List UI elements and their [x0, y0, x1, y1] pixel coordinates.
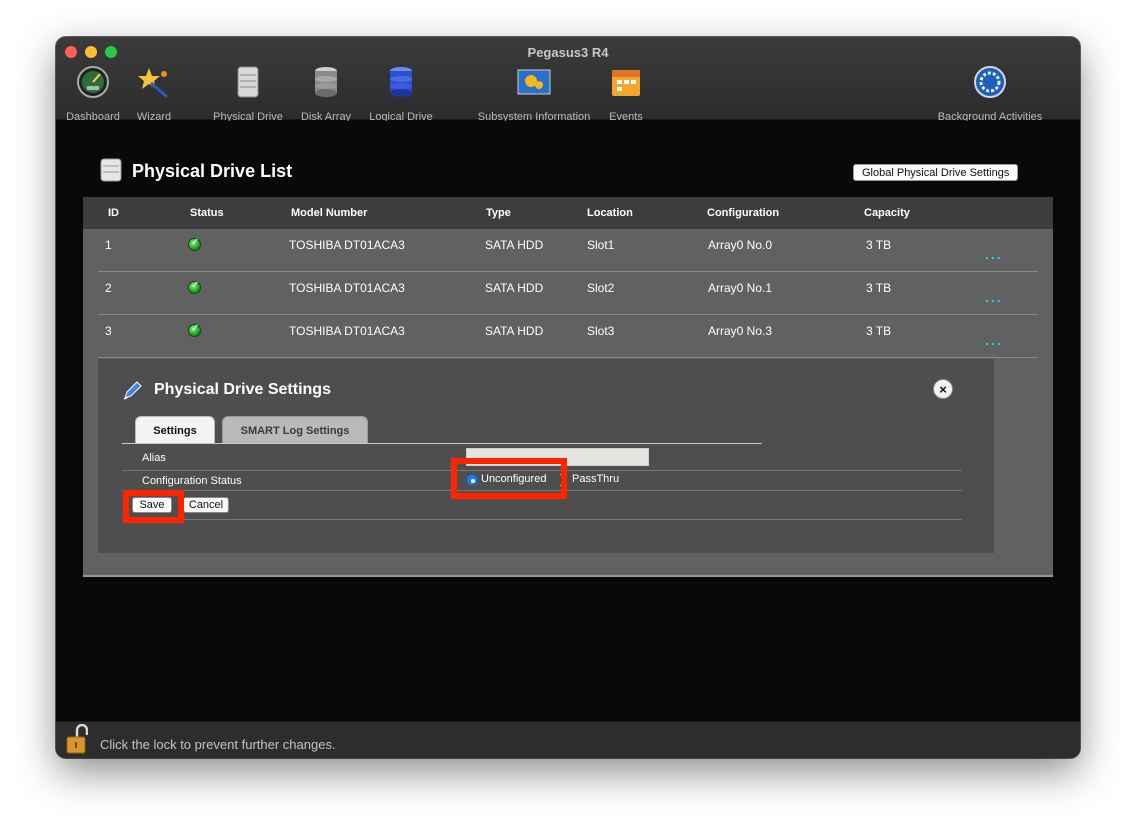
table-row[interactable]: 2 TOSHIBA DT01ACA3 SATA HDD Slot2 Array0… — [98, 272, 1038, 315]
configuration-status-label: Configuration Status — [142, 475, 242, 487]
status-ok-icon — [188, 237, 201, 251]
page-title: Physical Drive List — [132, 161, 293, 181]
lock-hint-text: Click the lock to prevent further change… — [100, 737, 336, 752]
lock-open-icon[interactable] — [66, 724, 88, 754]
table-row[interactable]: 3 TOSHIBA DT01ACA3 SATA HDD Slot3 Array0… — [98, 315, 1038, 358]
edit-pencil-icon — [123, 381, 142, 400]
drive-model: TOSHIBA DT01ACA3 — [289, 324, 405, 338]
settings-title: Physical Drive Settings — [154, 381, 331, 398]
column-header: Capacity — [864, 207, 910, 219]
column-header: Type — [486, 207, 511, 219]
table-header: ID Status Model Number Type Location Con… — [83, 197, 1053, 229]
background-activities-icon — [974, 66, 1006, 98]
drive-id: 1 — [105, 238, 112, 252]
radio-label-passthru[interactable]: PassThru — [572, 473, 619, 485]
drive-model: TOSHIBA DT01ACA3 — [289, 238, 405, 252]
drive-capacity: 3 TB — [866, 281, 892, 295]
physical-drive-settings-panel: Physical Drive Settings × Settings SMART… — [98, 359, 994, 553]
drive-configuration: Array0 No.3 — [708, 324, 773, 338]
toolbar-wizard[interactable]: Wizard — [132, 65, 176, 123]
toolbar-disk-array[interactable]: Disk Array — [296, 65, 356, 123]
drive-type: SATA HDD — [485, 324, 544, 338]
row-more-button[interactable]: ... — [985, 246, 1003, 262]
drive-location: Slot2 — [587, 281, 615, 295]
physical-drive-icon — [237, 66, 259, 98]
highlight-box-save — [123, 490, 184, 523]
toolbar-dashboard[interactable]: Dashboard — [62, 65, 124, 123]
alias-label: Alias — [142, 452, 166, 464]
main-content: Physical Drive List Global Physical Driv… — [56, 121, 1080, 721]
toolbar-background-activities[interactable]: Background Activities — [930, 65, 1050, 123]
row-more-button[interactable]: ... — [985, 289, 1003, 305]
panel-bottom-border — [83, 575, 1053, 577]
logical-drive-icon — [390, 67, 412, 97]
drive-capacity: 3 TB — [866, 238, 892, 252]
drive-location: Slot3 — [587, 324, 615, 338]
drive-list-panel: ID Status Model Number Type Location Con… — [83, 197, 1053, 577]
global-physical-drive-settings-button[interactable]: Global Physical Drive Settings — [853, 164, 1019, 181]
window-title: Pegasus3 R4 — [527, 45, 609, 60]
cancel-button[interactable]: Cancel — [183, 497, 229, 513]
wizard-icon — [138, 68, 168, 99]
column-header: Status — [190, 207, 224, 219]
status-ok-icon — [188, 323, 201, 337]
column-header: Location — [587, 207, 633, 219]
subsystem-information-icon — [517, 69, 551, 95]
tab-smart-log-settings[interactable]: SMART Log Settings — [222, 416, 368, 444]
drive-type: SATA HDD — [485, 238, 544, 252]
column-header: Configuration — [707, 207, 780, 219]
drive-configuration: Array0 No.0 — [708, 238, 773, 252]
toolbar-logical-drive[interactable]: Logical Drive — [365, 65, 437, 123]
drive-id: 3 — [105, 324, 112, 338]
divider — [122, 519, 962, 520]
tab-divider — [122, 443, 762, 444]
disk-array-icon — [315, 67, 337, 97]
events-icon — [612, 70, 640, 96]
tab-settings[interactable]: Settings — [135, 416, 215, 444]
drive-capacity: 3 TB — [866, 324, 892, 338]
footer-bar: Click the lock to prevent further change… — [56, 721, 1080, 758]
dashboard-icon — [77, 66, 109, 98]
drive-id: 2 — [105, 281, 112, 295]
drive-model: TOSHIBA DT01ACA3 — [289, 281, 405, 295]
column-header: ID — [108, 207, 119, 219]
app-window: Pegasus3 R4 Dashboard Wizard Physical Dr… — [56, 37, 1080, 758]
status-ok-icon — [188, 280, 201, 294]
close-icon[interactable]: × — [933, 379, 953, 399]
title-bar: Pegasus3 R4 Dashboard Wizard Physical Dr… — [56, 37, 1080, 123]
toolbar-physical-drive[interactable]: Physical Drive — [208, 65, 288, 123]
row-more-button[interactable]: ... — [985, 332, 1003, 348]
toolbar-subsystem-information[interactable]: Subsystem Information — [472, 65, 596, 123]
drive-type: SATA HDD — [485, 281, 544, 295]
physical-drive-icon — [100, 158, 122, 182]
column-header: Model Number — [291, 207, 368, 219]
toolbar-events[interactable]: Events — [604, 65, 648, 123]
drive-configuration: Array0 No.1 — [708, 281, 773, 295]
table-row[interactable]: 1 TOSHIBA DT01ACA3 SATA HDD Slot1 Array0… — [98, 229, 1038, 272]
drive-location: Slot1 — [587, 238, 615, 252]
highlight-box-unconfigured — [451, 458, 567, 499]
